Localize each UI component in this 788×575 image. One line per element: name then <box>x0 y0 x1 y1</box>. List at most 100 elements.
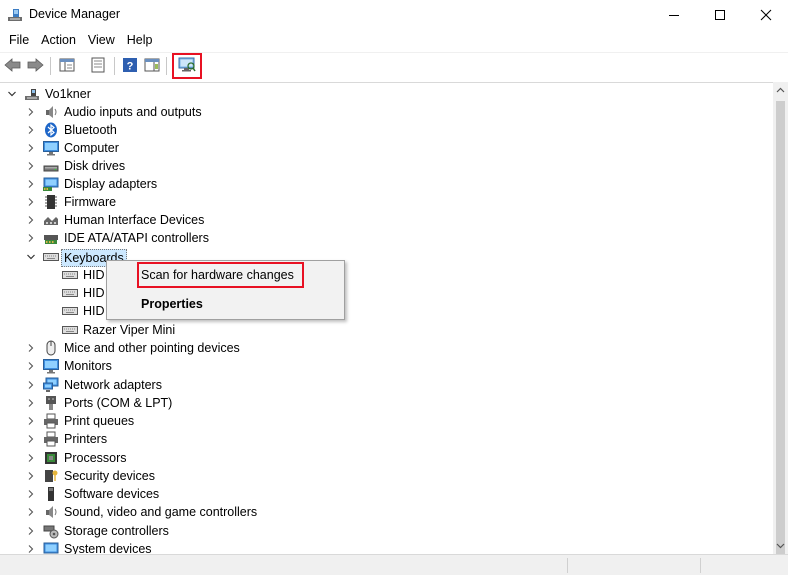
tree-item-audio[interactable]: Audio inputs and outputs <box>0 103 773 121</box>
maximize-button[interactable] <box>697 0 743 30</box>
expand-chevron-icon[interactable] <box>25 488 37 500</box>
printer-icon <box>43 431 59 447</box>
tree-item-print-queues[interactable]: Print queues <box>0 412 773 430</box>
firmware-chip-icon <box>43 194 59 210</box>
expand-chevron-icon[interactable] <box>25 342 37 354</box>
device-manager-icon <box>7 7 23 23</box>
show-action-pane-button[interactable] <box>141 55 163 77</box>
tree-item-processors[interactable]: Processors <box>0 449 773 467</box>
tree-item-disk-drives[interactable]: Disk drives <box>0 157 773 175</box>
bluetooth-icon <box>43 122 59 138</box>
tree-item-label: Printers <box>64 432 108 446</box>
disk-drive-icon <box>43 158 59 174</box>
tree-item-label: Disk drives <box>64 159 126 173</box>
expand-chevron-icon[interactable] <box>25 124 37 136</box>
status-divider <box>567 558 568 573</box>
tree-child-label: Razer Viper Mini <box>83 323 176 337</box>
tree-item-display-adapters[interactable]: Display adapters <box>0 175 773 193</box>
back-button[interactable] <box>2 55 24 77</box>
tree-item-storage-controllers[interactable]: Storage controllers <box>0 522 773 540</box>
scroll-thumb[interactable] <box>776 101 785 568</box>
scroll-down-button[interactable] <box>773 537 788 554</box>
expand-chevron-icon[interactable] <box>25 106 37 118</box>
tree-item-hid[interactable]: Human Interface Devices <box>0 211 773 229</box>
expand-chevron-icon[interactable] <box>25 142 37 154</box>
tree-item-label: Print queues <box>64 414 135 428</box>
tree-item-printers[interactable]: Printers <box>0 430 773 448</box>
properties-button[interactable] <box>87 55 109 77</box>
root-label: Vo1kner <box>45 87 91 101</box>
tree-item-label: Software devices <box>64 487 160 501</box>
tree-item-label: Storage controllers <box>64 524 169 538</box>
expand-chevron-icon[interactable] <box>25 214 37 226</box>
tree-item-system-devices[interactable]: System devices <box>0 540 773 554</box>
expand-chevron-icon[interactable] <box>25 506 37 518</box>
tree-item-label: Monitors <box>64 359 112 373</box>
collapse-chevron-icon[interactable] <box>25 251 37 263</box>
tree-child-label: HID <box>83 286 105 300</box>
expand-chevron-icon[interactable] <box>25 160 37 172</box>
tree-child-label: HID <box>83 304 105 318</box>
context-menu: Scan for hardware changes Properties <box>106 260 345 320</box>
tree-item-network-adapters[interactable]: Network adapters <box>0 376 773 394</box>
tree-item-label: Sound, video and game controllers <box>64 505 258 519</box>
tree-item-label: System devices <box>64 542 152 554</box>
hid-icon <box>43 212 59 228</box>
expand-chevron-icon[interactable] <box>25 415 37 427</box>
tree-root[interactable]: Vo1kner <box>0 85 773 103</box>
close-button[interactable] <box>743 0 788 30</box>
scroll-up-button[interactable] <box>773 82 788 99</box>
tree-item-firmware[interactable]: Firmware <box>0 193 773 211</box>
expand-chevron-icon[interactable] <box>25 397 37 409</box>
tree-item-sound-video[interactable]: Sound, video and game controllers <box>0 503 773 521</box>
tree-item-monitors[interactable]: Monitors <box>0 357 773 375</box>
menu-action[interactable]: Action <box>35 30 82 51</box>
tree-item-software-devices[interactable]: Software devices <box>0 485 773 503</box>
tree-item-computer[interactable]: Computer <box>0 139 773 157</box>
properties-icon <box>90 57 106 76</box>
help-icon: ? <box>122 57 138 76</box>
tree-item-label: IDE ATA/ATAPI controllers <box>64 231 209 245</box>
scan-menu-highlight <box>137 262 304 288</box>
properties-menu-item[interactable]: Properties <box>141 297 203 311</box>
expand-chevron-icon[interactable] <box>25 178 37 190</box>
menu-file[interactable]: File <box>3 30 35 51</box>
keyboard-icon <box>62 267 78 283</box>
tree-item-mice[interactable]: Mice and other pointing devices <box>0 339 773 357</box>
computer-root-icon <box>24 86 40 102</box>
keyboard-icon <box>62 285 78 301</box>
collapse-chevron-icon[interactable] <box>6 88 18 100</box>
tree-item-label: Ports (COM & LPT) <box>64 396 173 410</box>
help-button[interactable]: ? <box>119 55 141 77</box>
tree-item-label: Security devices <box>64 469 156 483</box>
show-action-pane-icon <box>144 57 160 76</box>
expand-chevron-icon[interactable] <box>25 379 37 391</box>
menu-help[interactable]: Help <box>121 30 159 51</box>
tree-item-security-devices[interactable]: Security devices <box>0 467 773 485</box>
expand-chevron-icon[interactable] <box>25 433 37 445</box>
speaker-icon <box>43 504 59 520</box>
vertical-scrollbar[interactable] <box>773 82 788 568</box>
chevron-down-icon <box>776 539 785 553</box>
expand-chevron-icon[interactable] <box>25 525 37 537</box>
tree-item-label: Processors <box>64 451 127 465</box>
tree-item-label: Mice and other pointing devices <box>64 341 240 355</box>
processor-icon <box>43 450 59 466</box>
menu-view[interactable]: View <box>82 30 121 51</box>
expand-chevron-icon[interactable] <box>25 196 37 208</box>
tree-child-keyboard[interactable]: Razer Viper Mini <box>0 321 773 339</box>
show-hide-console-tree-button[interactable] <box>56 55 78 77</box>
expand-chevron-icon[interactable] <box>25 543 37 554</box>
expand-chevron-icon[interactable] <box>25 470 37 482</box>
network-adapter-icon <box>43 377 59 393</box>
expand-chevron-icon[interactable] <box>25 452 37 464</box>
minimize-button[interactable] <box>651 0 697 30</box>
expand-chevron-icon[interactable] <box>25 232 37 244</box>
keyboard-icon <box>43 249 59 265</box>
tree-item-ports[interactable]: Ports (COM & LPT) <box>0 394 773 412</box>
expand-chevron-icon[interactable] <box>25 360 37 372</box>
tree-item-bluetooth[interactable]: Bluetooth <box>0 121 773 139</box>
forward-button[interactable] <box>24 55 46 77</box>
monitor-icon <box>43 140 59 156</box>
tree-item-ide[interactable]: IDE ATA/ATAPI controllers <box>0 229 773 247</box>
